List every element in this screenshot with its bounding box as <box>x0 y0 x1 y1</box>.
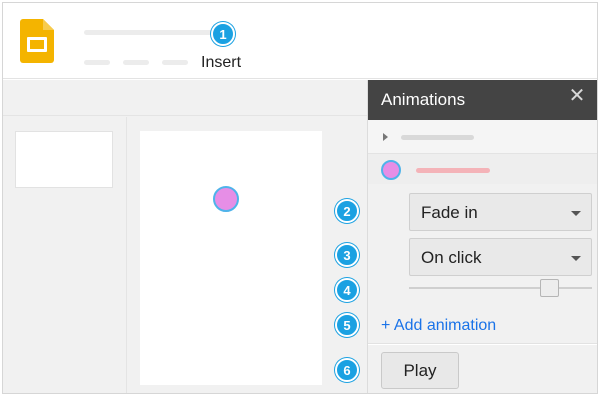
callout-badge-5: 5 <box>335 313 359 337</box>
panel-title: Animations <box>381 90 466 109</box>
callout-badge-1: 1 <box>211 22 235 46</box>
chevron-down-icon <box>571 256 581 261</box>
callout-badge-6: 6 <box>335 358 359 382</box>
slides-logo-icon <box>20 19 54 63</box>
menu-item-placeholder[interactable] <box>162 60 188 65</box>
speed-slider-handle[interactable] <box>540 279 560 297</box>
animated-object[interactable] <box>213 186 239 212</box>
trigger-dropdown[interactable]: On click <box>409 238 592 276</box>
top-bar: Insert <box>3 3 597 79</box>
slide-thumbnail[interactable] <box>15 131 113 188</box>
trigger-dropdown-value: On click <box>421 248 482 267</box>
menu-item-placeholder[interactable] <box>123 60 149 65</box>
menu-insert[interactable]: Insert <box>201 54 241 72</box>
toolbar-strip <box>3 80 367 116</box>
editor-area <box>3 80 367 393</box>
menu-item-placeholder[interactable] <box>84 60 110 65</box>
slide-canvas[interactable] <box>140 131 322 385</box>
play-button[interactable]: Play <box>381 352 459 389</box>
chevron-down-icon <box>571 211 581 216</box>
animation-label-placeholder <box>416 168 490 173</box>
panel-header: Animations ✕ <box>368 80 597 120</box>
speed-slider-track[interactable] <box>409 287 592 289</box>
callout-badge-2: 2 <box>335 199 359 223</box>
effect-dropdown[interactable]: Fade in <box>409 193 592 231</box>
play-row: Play <box>368 345 597 393</box>
app-window: Insert Animations ✕ Fade in On click + A… <box>2 2 598 394</box>
animations-panel: Animations ✕ Fade in On click + Add anim… <box>367 80 597 393</box>
animation-list-item-collapsed[interactable] <box>368 120 597 154</box>
effect-dropdown-value: Fade in <box>421 203 478 222</box>
filmstrip <box>3 117 127 393</box>
callout-badge-3: 3 <box>335 243 359 267</box>
animation-label-placeholder <box>401 135 474 140</box>
add-animation-link[interactable]: + Add animation <box>381 317 496 335</box>
animation-settings: Fade in On click + Add animation <box>368 184 597 344</box>
animation-list-item-selected[interactable] <box>368 154 597 184</box>
callout-badge-4: 4 <box>335 278 359 302</box>
close-icon[interactable]: ✕ <box>568 86 586 106</box>
caret-right-icon <box>383 133 388 141</box>
document-title-placeholder <box>84 30 214 35</box>
object-dot-icon <box>381 160 401 180</box>
